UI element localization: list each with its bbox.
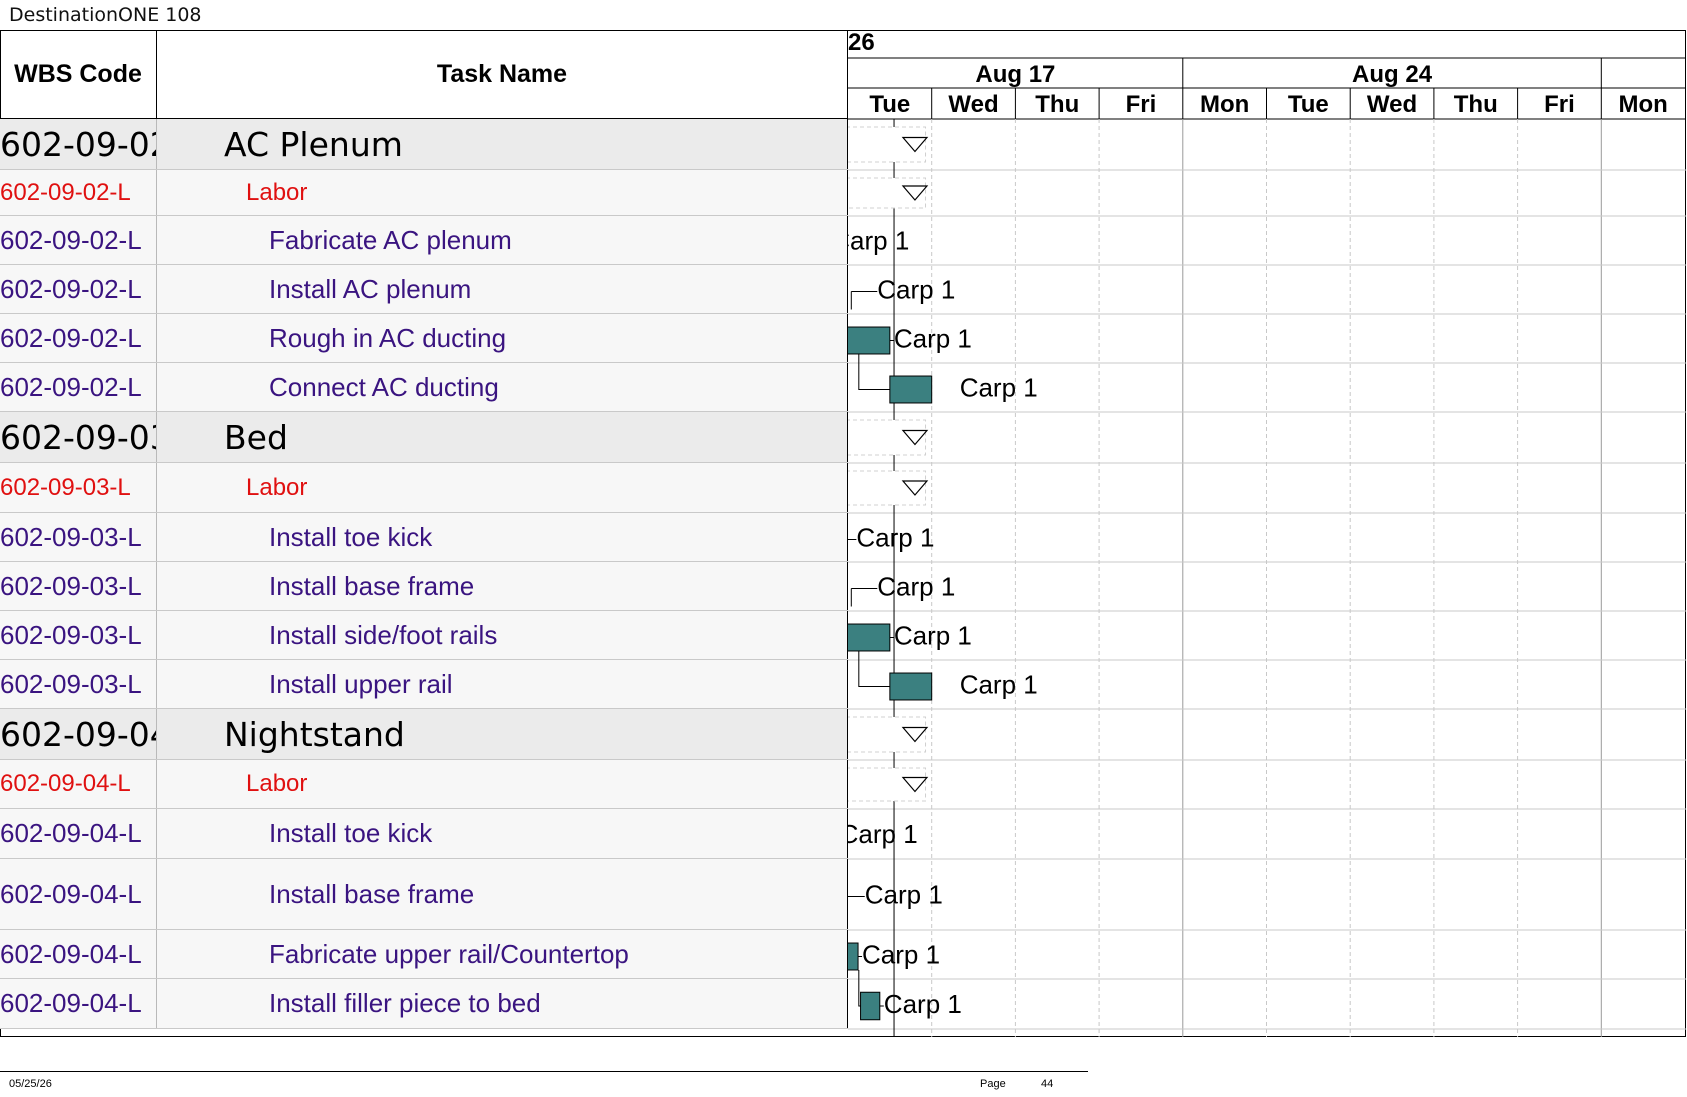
wbs-code-cell: 602-09-02-L [0, 265, 157, 313]
resource-label: Carp 1 [848, 819, 918, 849]
gantt-chart: 26 Aug 17 Aug 24 Tue Wed Thu Fri Mon Tue Wed Thu Fr… [848, 31, 1686, 1037]
task-bar [848, 326, 891, 355]
resource-label: Carp 1 [894, 324, 972, 354]
wbs-code-cell: 602-09-04-L [0, 859, 157, 929]
wbs-code-cell: 602-09-04 [0, 709, 157, 759]
wbs-code-cell: 602-09-02-L [0, 363, 157, 411]
wbs-code-cell: 602-09-04-L [0, 760, 157, 808]
resource-label: Carp 1 [877, 572, 955, 602]
task-name-header: Task Name [157, 31, 848, 119]
task-name-cell: Nightstand [157, 709, 848, 759]
day-label: Fri [1126, 91, 1157, 118]
wbs-code-cell: 602-09-04-L [0, 809, 157, 858]
day-label: Wed [1367, 91, 1417, 118]
task-bar [860, 991, 881, 1021]
document-title: DestinationONE 108 [9, 4, 202, 26]
day-label: Thu [1454, 91, 1498, 118]
footer-page-number: 44 [1041, 1078, 1054, 1090]
resource-label: Carp 1 [865, 880, 943, 910]
resource-label: Carp 1 [960, 373, 1038, 403]
task-row[interactable]: 602-09-02-L Fabricate AC plenum [0, 216, 848, 265]
week-label: Aug 17 [975, 61, 1055, 88]
wbs-code-cell: 602-09-04-L [0, 979, 157, 1028]
task-name-cell: Fabricate upper rail/Countertop [157, 930, 848, 978]
day-label: Wed [948, 91, 998, 118]
task-name-cell: Labor [157, 760, 848, 808]
wbs-code-cell: 602-09-03 [0, 412, 157, 462]
resource-label: Carp 1 [877, 275, 955, 305]
resource-label: Carp 1 [862, 940, 940, 970]
labor-row[interactable]: 602-09-03-L Labor [0, 463, 848, 513]
task-name-cell: Install toe kick [157, 513, 848, 561]
task-name-cell: Install toe kick [157, 809, 848, 858]
wbs-code-cell: 602-09-02 [0, 119, 157, 169]
wbs-code-cell: 602-09-02-L [0, 216, 157, 264]
task-name-cell: Labor [157, 463, 848, 512]
task-name-cell: Install base frame [157, 562, 848, 610]
day-label: Tue [869, 91, 910, 118]
dependency-arrow [858, 353, 890, 390]
footer-page-label: Page [980, 1078, 1006, 1090]
resource-label: Carp 1 [960, 670, 1038, 700]
wbs-code-cell: 602-09-03-L [0, 660, 157, 708]
wbs-code-cell: 602-09-03-L [0, 562, 157, 610]
summary-row[interactable]: 602-09-03 Bed [0, 412, 848, 463]
summary-row[interactable]: 602-09-02 AC Plenum [0, 119, 848, 170]
day-label: Fri [1544, 91, 1575, 118]
gantt-canvas: 26 Aug 17 Aug 24 Tue Wed Thu Fri Mon Tue Wed Thu Fr… [848, 31, 1686, 1037]
task-row[interactable]: 602-09-04-L Install base frame [0, 859, 848, 930]
task-name-cell: Fabricate AC plenum [157, 216, 848, 264]
labor-row[interactable]: 602-09-02-L Labor [0, 170, 848, 216]
wbs-code-header: WBS Code [0, 31, 157, 119]
wbs-code-cell: 602-09-04-L [0, 930, 157, 978]
task-row[interactable]: 602-09-02-L Rough in AC ducting [0, 314, 848, 363]
task-bar [889, 672, 933, 701]
week-label: Aug 24 [1352, 61, 1433, 88]
day-label: Tue [1288, 91, 1329, 118]
footer-rule [0, 1071, 1088, 1072]
task-row[interactable]: 602-09-04-L Fabricate upper rail/Countert… [0, 930, 848, 979]
task-name-cell: Connect AC ducting [157, 363, 848, 411]
summary-row[interactable]: 602-09-04 Nightstand [0, 709, 848, 760]
resource-label: Carp 1 [848, 226, 909, 256]
task-row[interactable]: 602-09-04-L Install toe kick [0, 809, 848, 859]
wbs-code-cell: 602-09-02-L [0, 170, 157, 215]
dependency-arrow [858, 650, 890, 687]
wbs-code-cell: 602-09-03-L [0, 611, 157, 659]
resource-label: Carp 1 [856, 523, 934, 553]
resource-label: Carp 1 [884, 989, 962, 1019]
task-row[interactable]: 602-09-02-L Connect AC ducting [0, 363, 848, 412]
wbs-code-cell: 602-09-03-L [0, 513, 157, 561]
task-name-cell: Labor [157, 170, 848, 215]
task-row[interactable]: 602-09-02-L Install AC plenum [0, 265, 848, 314]
task-bar [848, 942, 859, 971]
task-bar [889, 375, 933, 404]
task-bar [848, 623, 891, 652]
task-name-cell: Bed [157, 412, 848, 462]
task-row[interactable]: 602-09-03-L Install base frame [0, 562, 848, 611]
task-row[interactable]: 602-09-03-L Install upper rail [0, 660, 848, 709]
labor-row[interactable]: 602-09-04-L Labor [0, 760, 848, 809]
day-label: Mon [1200, 91, 1249, 118]
year-label: 26 [848, 31, 875, 56]
task-name-cell: Install base frame [157, 859, 848, 929]
task-row[interactable]: 602-09-04-L Install filler piece to bed [0, 979, 848, 1029]
task-name-cell: Install filler piece to bed [157, 979, 848, 1028]
day-label: Thu [1035, 91, 1079, 118]
task-name-cell: AC Plenum [157, 119, 848, 169]
task-name-cell: Install AC plenum [157, 265, 848, 313]
wbs-code-cell: 602-09-02-L [0, 314, 157, 362]
task-name-cell: Install upper rail [157, 660, 848, 708]
day-label: Mon [1618, 91, 1667, 118]
task-row[interactable]: 602-09-03-L Install toe kick [0, 513, 848, 562]
task-row[interactable]: 602-09-03-L Install side/foot rails [0, 611, 848, 660]
footer-date: 05/25/26 [9, 1078, 52, 1090]
resource-label: Carp 1 [894, 621, 972, 651]
wbs-code-cell: 602-09-03-L [0, 463, 157, 512]
task-name-cell: Rough in AC ducting [157, 314, 848, 362]
task-name-cell: Install side/foot rails [157, 611, 848, 659]
